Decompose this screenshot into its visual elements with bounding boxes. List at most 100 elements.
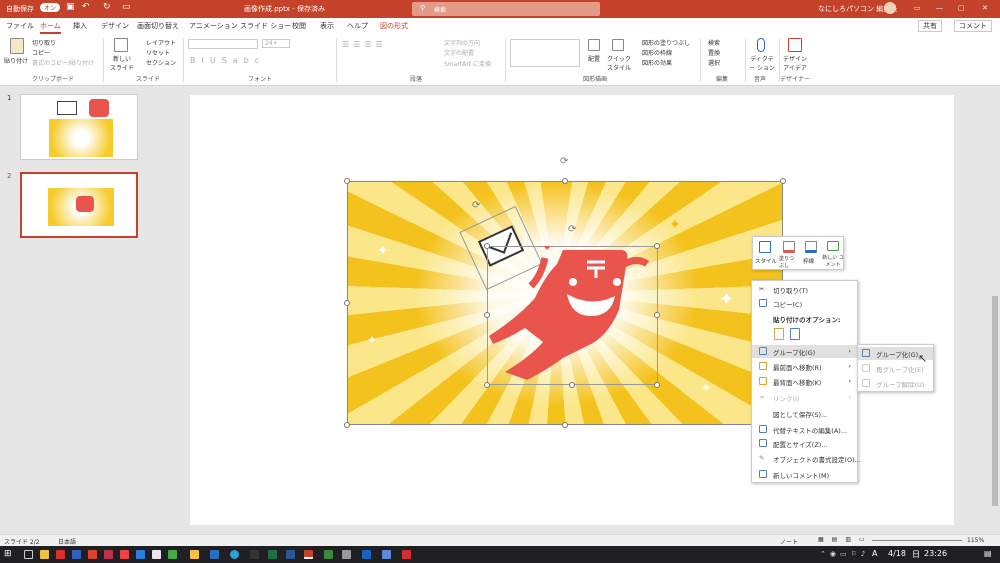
app-icon[interactable] <box>120 550 129 559</box>
app-icon[interactable] <box>104 550 113 559</box>
arrange-icon[interactable] <box>588 39 600 51</box>
word-icon[interactable] <box>286 550 295 559</box>
slide-thumbnail-2[interactable] <box>20 172 138 238</box>
arrange-button[interactable]: 配置 <box>588 54 600 63</box>
tab-picture-format[interactable]: 図の形式 <box>380 21 408 31</box>
menu-item-save-picture[interactable]: 図として保存(S)... <box>752 407 857 420</box>
new-slide-button[interactable]: 新しい スライド <box>110 54 134 72</box>
smartart-button[interactable]: SmartArt に変換 <box>444 59 491 68</box>
paste-option-icon[interactable] <box>774 328 784 340</box>
redo-icon[interactable]: ↻ <box>103 2 111 12</box>
format-painter-button[interactable]: 書式のコピー/貼り付け <box>32 58 94 67</box>
app-icon[interactable] <box>136 550 145 559</box>
slide-thumbnail-1[interactable] <box>20 94 138 160</box>
mail-icon[interactable] <box>210 550 219 559</box>
close-icon[interactable]: ✕ <box>982 4 988 12</box>
rotate-handle-icon[interactable]: ⟳ <box>568 224 576 235</box>
autosave-toggle[interactable]: オン <box>40 3 61 12</box>
tab-home[interactable]: ホーム <box>40 21 61 34</box>
undo-icon[interactable]: ↶ <box>82 2 90 12</box>
tab-file[interactable]: ファイル <box>6 21 34 31</box>
mascot-illustration[interactable] <box>487 246 658 385</box>
menu-item-send-back[interactable]: 最背面へ移動(K) › <box>752 375 857 388</box>
save-icon[interactable]: ▣ <box>66 2 75 12</box>
tab-view[interactable]: 表示 <box>320 21 334 31</box>
menu-item-size-position[interactable]: 配置とサイズ(Z)... <box>752 437 857 450</box>
present-icon[interactable]: ▭ <box>122 2 131 12</box>
app-icon[interactable] <box>362 550 371 559</box>
language-indicator[interactable]: 日本語 <box>58 537 76 546</box>
explorer-icon[interactable] <box>190 550 199 559</box>
comments-button[interactable]: コメント <box>954 20 992 32</box>
app-icon[interactable] <box>324 550 333 559</box>
menu-item-group[interactable]: グループ化(G) › <box>752 345 857 358</box>
share-button[interactable]: 共有 <box>918 20 942 32</box>
cut-button[interactable]: 切り取り <box>32 38 56 47</box>
shape-effects-button[interactable]: 図形の効果 <box>642 58 672 67</box>
designer-icon[interactable] <box>788 38 802 52</box>
clock-date[interactable]: 4/18 <box>888 549 906 558</box>
tab-insert[interactable]: 挿入 <box>73 21 87 31</box>
rotate-handle-icon[interactable]: ⟳ <box>560 156 568 167</box>
zoom-level[interactable]: 115% <box>967 537 984 544</box>
vertical-scrollbar[interactable] <box>990 86 1000 534</box>
resize-handle[interactable] <box>344 300 350 306</box>
select-button[interactable]: 選択 <box>708 58 720 67</box>
microphone-icon[interactable] <box>757 38 765 52</box>
app-icon[interactable] <box>72 550 81 559</box>
paste-picture-icon[interactable] <box>790 328 800 340</box>
new-slide-icon[interactable] <box>114 38 128 52</box>
quick-styles-icon[interactable] <box>612 39 624 51</box>
comment-icon[interactable] <box>827 241 839 251</box>
shape-fill-button[interactable]: 図形の塗りつぶし <box>642 38 690 47</box>
avatar[interactable] <box>884 2 896 14</box>
edge-icon[interactable] <box>230 550 239 559</box>
zoom-slider[interactable] <box>872 540 962 541</box>
copy-button[interactable]: コピー <box>32 48 50 57</box>
menu-item-copy[interactable]: コピー(C) <box>752 297 857 310</box>
resize-handle[interactable] <box>562 178 568 184</box>
submenu-item-ungroup[interactable]: グループ解除(U) <box>858 377 933 390</box>
new-comment-button[interactable]: 新しい コメント <box>822 254 844 268</box>
font-name-dropdown[interactable] <box>188 39 258 49</box>
resize-handle[interactable] <box>344 422 350 428</box>
notifications-icon[interactable]: ▤ <box>984 549 992 558</box>
menu-item-link[interactable]: ∞ リンク(I) › <box>752 391 857 404</box>
app-icon[interactable] <box>40 550 49 559</box>
fill-icon[interactable] <box>783 241 795 253</box>
app-icon[interactable] <box>88 550 97 559</box>
clock-time[interactable]: 23:26 <box>924 549 947 558</box>
menu-item-alt-text[interactable]: 代替テキストの編集(A)... <box>752 423 857 436</box>
powerpoint-icon[interactable] <box>304 550 313 559</box>
tab-slideshow[interactable]: スライド ショー <box>240 21 291 31</box>
menu-item-new-comment[interactable]: 新しいコメント(M) <box>752 468 857 481</box>
tab-help[interactable]: ヘルプ <box>347 21 368 31</box>
align-text-button[interactable]: 文字の配置 <box>444 48 474 57</box>
replace-button[interactable]: 置換 <box>708 48 720 57</box>
layout-button[interactable]: レイアウト <box>146 38 176 47</box>
text-direction-button[interactable]: 文字列の方向 <box>444 38 480 47</box>
app-icon[interactable] <box>402 550 411 559</box>
system-tray-icons[interactable]: ⌃◉▭⚐♪ <box>820 550 869 558</box>
tab-animations[interactable]: アニメーション <box>189 21 238 31</box>
find-button[interactable]: 検索 <box>708 38 720 47</box>
menu-item-cut[interactable]: ✂ 切り取り(T) <box>752 283 857 296</box>
clock-day[interactable]: 日 <box>912 549 920 560</box>
resize-handle[interactable] <box>562 422 568 428</box>
paste-icon[interactable] <box>10 38 24 54</box>
search-box[interactable]: ⚲ 検索 <box>412 2 600 16</box>
ribbon-display-icon[interactable]: ▭ <box>914 4 921 12</box>
section-button[interactable]: セクション <box>146 58 176 67</box>
view-buttons[interactable]: ▦▤▥▭ <box>818 536 873 543</box>
notes-button[interactable]: ノート <box>780 537 798 546</box>
style-icon[interactable] <box>759 241 771 253</box>
app-icon[interactable] <box>168 550 177 559</box>
outline-button[interactable]: 枠線 <box>803 257 814 265</box>
dictate-button[interactable]: ディクテー ション <box>749 54 775 72</box>
app-icon[interactable] <box>342 550 351 559</box>
outline-icon[interactable] <box>805 241 817 253</box>
windows-start-icon[interactable]: ⊞ <box>4 549 12 559</box>
minimize-icon[interactable]: — <box>936 4 943 12</box>
app-icon[interactable] <box>152 550 161 559</box>
app-icon[interactable] <box>250 550 259 559</box>
